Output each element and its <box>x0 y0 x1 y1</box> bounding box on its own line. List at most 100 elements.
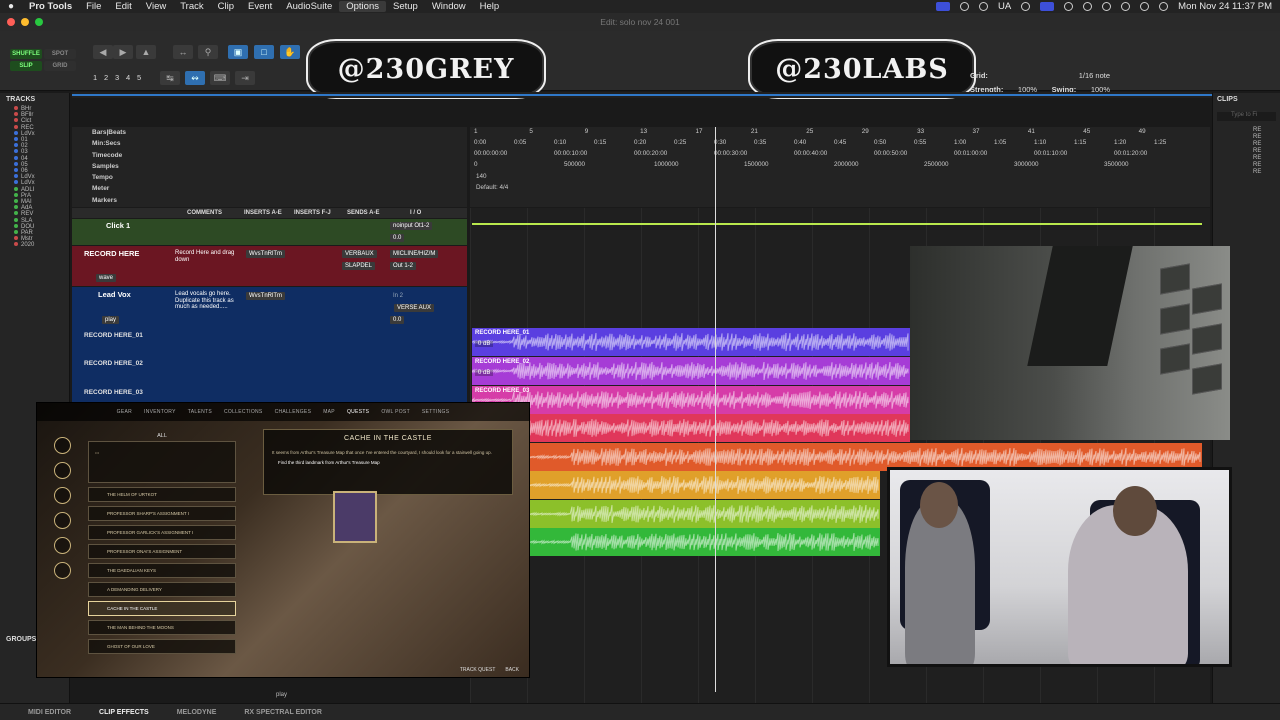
column-comments[interactable]: COMMENTS <box>187 210 222 216</box>
screen-share-icon[interactable] <box>935 2 950 11</box>
tempo-value[interactable]: 140 <box>476 173 487 180</box>
slip-mode-button[interactable]: SLIP <box>10 61 42 71</box>
quest-item[interactable]: PROFESSOR SHARP'S ASSIGNMENT I <box>88 506 236 521</box>
audio-clip[interactable] <box>530 500 880 528</box>
audio-clip[interactable]: RECORD HERE_02 0 dB <box>472 357 910 385</box>
clip-gain[interactable]: 0 dB <box>475 341 494 347</box>
play-mode-label[interactable]: play <box>276 692 287 698</box>
clip-list-item[interactable]: RE <box>1213 134 1280 141</box>
assignment-icon[interactable] <box>54 537 71 554</box>
game-tab-challenges[interactable]: CHALLENGES <box>275 409 312 415</box>
quest-item[interactable]: THE MAN BEHIND THE MOONS <box>88 620 236 635</box>
track-mode[interactable]: play <box>102 316 120 324</box>
menu-edit[interactable]: Edit <box>108 1 138 12</box>
game-tab-settings[interactable]: SETTINGS <box>422 409 449 415</box>
user-icon[interactable] <box>959 2 969 11</box>
tab-to-transient-icon[interactable]: ↹ <box>160 71 180 85</box>
game-tab-talents[interactable]: TALENTS <box>188 409 212 415</box>
column-io[interactable]: I / O <box>410 210 421 216</box>
playlist-record-02[interactable]: RECORD HERE_02 <box>84 360 143 367</box>
ruler-tempo[interactable]: Tempo <box>72 172 467 183</box>
audio-clip[interactable] <box>530 471 880 499</box>
menu-track[interactable]: Track <box>173 1 210 12</box>
track-mode[interactable]: wave <box>96 274 117 282</box>
apple-icon[interactable]: ● <box>0 1 22 12</box>
tab-rx-spectral-editor[interactable]: RX SPECTRAL EDITOR <box>244 709 322 716</box>
magnifier-icon[interactable]: ⚲ <box>198 45 218 59</box>
game-tab-owl-post[interactable]: OWL POST <box>381 409 410 415</box>
clip-list-item[interactable]: RE <box>1213 169 1280 176</box>
siri-icon[interactable] <box>1159 2 1169 11</box>
track-name[interactable]: Lead Vox <box>98 290 131 299</box>
back-button[interactable]: BACK <box>505 667 519 673</box>
spot-mode-button[interactable]: SPOT <box>44 49 76 59</box>
track-output[interactable]: Out 1-2 <box>390 262 417 270</box>
display-icon[interactable] <box>1040 2 1055 11</box>
audio-clip[interactable]: 4 <box>472 414 910 442</box>
quest-item[interactable]: A DEMANDING DELIVERY <box>88 582 236 597</box>
menu-audiosuite[interactable]: AudioSuite <box>279 1 339 12</box>
quest-item[interactable]: THE DAEDALIAN KEYS <box>88 563 236 578</box>
quest-item[interactable]: THE HELM OF URTKOT <box>88 487 236 502</box>
game-tab-inventory[interactable]: INVENTORY <box>144 409 176 415</box>
clip-gain[interactable]: 0 dB <box>475 370 494 376</box>
menu-app-name[interactable]: Pro Tools <box>22 1 79 12</box>
column-inserts-a-e[interactable]: INSERTS A-E <box>244 210 282 216</box>
tab-melodyne[interactable]: MELODYNE <box>177 709 217 716</box>
track-input[interactable]: In 2 <box>390 292 406 300</box>
zoom-preset-5[interactable]: 5 <box>137 73 145 82</box>
playlist-record-01[interactable]: RECORD HERE_01 <box>84 332 143 339</box>
zoom-preset-4[interactable]: 4 <box>126 73 134 82</box>
completed-quest-icon[interactable] <box>54 562 71 579</box>
menu-file[interactable]: File <box>79 1 108 12</box>
zoom-preset-3[interactable]: 3 <box>115 73 123 82</box>
zoom-toggle-icon[interactable]: ▲ <box>136 45 156 59</box>
shuffle-mode-button[interactable]: SHUFFLE <box>10 49 42 59</box>
settings-icon[interactable] <box>978 2 988 11</box>
track-lead-vox[interactable]: Lead Vox Lead vocals go here. Duplicate … <box>72 287 467 402</box>
track-name[interactable]: RECORD HERE <box>84 249 139 258</box>
search-icon[interactable] <box>1121 2 1131 11</box>
column-inserts-f-j[interactable]: INSERTS F-J <box>294 210 331 216</box>
grid-value-select[interactable]: 1/16 note <box>1079 71 1110 80</box>
grabber-tool-icon[interactable]: ✋ <box>280 45 300 59</box>
zoom-preset-1[interactable]: 1 <box>93 73 101 82</box>
track-list-item[interactable]: 2020 <box>14 242 69 248</box>
menu-view[interactable]: View <box>139 1 173 12</box>
relationship-quest-icon[interactable] <box>54 512 71 529</box>
ruler-min-secs[interactable]: Min:Secs <box>72 138 467 149</box>
track-quest-button[interactable]: TRACK QUEST <box>460 667 496 673</box>
game-tab-map[interactable]: MAP <box>323 409 335 415</box>
track-io[interactable]: noinput Ot1-2 <box>390 222 433 230</box>
control-center-icon[interactable] <box>1140 2 1150 11</box>
quest-item[interactable]: GHOST OF OUR LOVE <box>88 639 236 654</box>
quest-list-group[interactable]: ••• <box>88 441 236 483</box>
horizontal-zoom-icon[interactable]: ↔ <box>173 45 193 59</box>
link-timeline-icon[interactable]: ↭ <box>185 71 205 85</box>
ruler-markers[interactable]: Markers <box>72 195 467 206</box>
zoom-preset-2[interactable]: 2 <box>104 73 112 82</box>
play-icon[interactable] <box>1064 2 1074 11</box>
insertion-follows-icon[interactable]: ⇥ <box>235 71 255 85</box>
clip-list-item[interactable]: RE <box>1213 162 1280 169</box>
menu-window[interactable]: Window <box>425 1 473 12</box>
all-quests-icon[interactable] <box>54 437 71 454</box>
track-insert[interactable]: WvsTnRlTm <box>246 292 285 300</box>
tab-midi-editor[interactable]: MIDI EDITOR <box>28 709 71 716</box>
keyboard-focus-icon[interactable]: ⌨ <box>210 71 230 85</box>
menu-options[interactable]: Options <box>339 1 386 12</box>
game-tab-quests[interactable]: QUESTS <box>347 409 369 415</box>
timeline-rulers[interactable]: 1 5 9 13 17 21 25 29 33 37 41 45 49 0:00 0:05 0:10 0:15… <box>470 127 1210 207</box>
quest-item[interactable]: PROFESSOR GARLICK'S ASSIGNMENT I <box>88 525 236 540</box>
input-source[interactable]: UA <box>998 1 1011 12</box>
quest-item[interactable]: PROFESSOR ONAI'S ASSIGNMENT <box>88 544 236 559</box>
clip-list-item[interactable]: RE <box>1213 127 1280 134</box>
menu-event[interactable]: Event <box>241 1 279 12</box>
bluetooth-icon[interactable] <box>1021 2 1031 11</box>
side-quest-icon[interactable] <box>54 487 71 504</box>
track-send[interactable]: VERSE AUX <box>394 304 435 312</box>
ruler-samples[interactable]: Samples <box>72 161 467 172</box>
track-volume[interactable]: 0.0 <box>390 234 405 242</box>
selector-tool-icon[interactable]: □ <box>254 45 274 59</box>
audio-clip[interactable]: RECORD HERE_03 <box>472 386 910 414</box>
